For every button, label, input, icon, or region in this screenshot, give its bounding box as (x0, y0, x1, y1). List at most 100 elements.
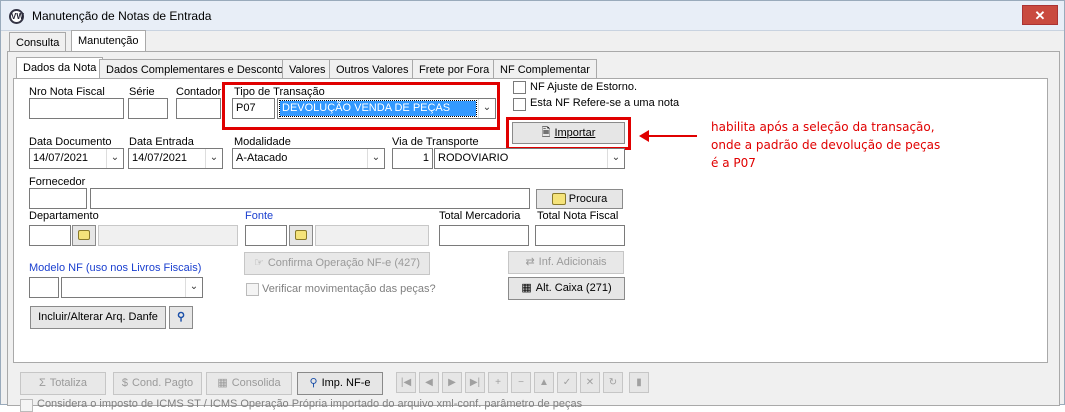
modelo-nf-code-input[interactable] (29, 277, 59, 298)
nf-refere-label: Esta NF Refere-se a uma nota (530, 97, 680, 109)
delete-record-icon[interactable]: − (511, 372, 531, 393)
modalidade-select[interactable]: A-Atacado ⌄ (232, 148, 385, 169)
data-entrada-label: Data Entrada (129, 136, 194, 148)
search-icon: ⚲ (176, 311, 186, 323)
tab-frete-por-fora[interactable]: Frete por Fora (412, 59, 497, 79)
via-transporte-code-input[interactable]: 1 (392, 148, 433, 169)
title-bar: VW Manutenção de Notas de Entrada ✕ (1, 1, 1064, 31)
contador-label: Contador (176, 86, 222, 98)
tab-dados-complementares[interactable]: Dados Complementares e Desconto (99, 59, 291, 79)
tipo-transacao-code-input[interactable]: P07 (232, 98, 275, 119)
total-mercadoria-input[interactable] (439, 225, 529, 246)
insert-record-icon[interactable]: + (488, 372, 508, 393)
departamento-label: Departamento (29, 210, 99, 222)
fornecedor-name-input[interactable] (90, 188, 530, 209)
thumbs-up-icon: ☞ (253, 257, 264, 269)
nro-nota-label: Nro Nota Fiscal (29, 86, 105, 98)
tipo-transacao-label: Tipo de Transação (234, 86, 325, 98)
verificar-label: Verificar movimentação das peças? (262, 283, 436, 295)
annotation-line-2: onde a padrão de devolução de peças (711, 138, 941, 152)
total-nota-fiscal-input[interactable] (535, 225, 625, 246)
chevron-down-icon[interactable]: ⌄ (185, 278, 202, 297)
import-icon: 🗎 (541, 127, 551, 139)
cancel-record-icon[interactable]: ✕ (580, 372, 600, 393)
data-documento-input[interactable]: 14/07/2021 ⌄ (29, 148, 124, 169)
chevron-down-icon[interactable]: ⌄ (205, 149, 222, 168)
data-entrada-input[interactable]: 14/07/2021 ⌄ (128, 148, 223, 169)
main-window: VW Manutenção de Notas de Entrada ✕ Cons… (0, 0, 1065, 412)
fonte-code-input[interactable] (245, 225, 287, 246)
inf-adicionais-button[interactable]: ⇄ Inf. Adicionais (508, 251, 624, 274)
annotation-line-3: é a P07 (711, 156, 756, 170)
cash-register-icon: ▦ (521, 282, 532, 294)
data-documento-label: Data Documento (29, 136, 112, 148)
incluir-danfe-button[interactable]: Incluir/Alterar Arq. Danfe (30, 306, 166, 329)
importar-button[interactable]: 🗎 Importar (512, 122, 625, 144)
annotation-arrow (639, 130, 697, 142)
window-title: Manutenção de Notas de Entrada (32, 9, 212, 23)
hand-pointer-icon (78, 230, 90, 241)
tab-outros-valores[interactable]: Outros Valores (329, 59, 416, 79)
last-record-icon[interactable]: ▶| (465, 372, 485, 393)
tipo-transacao-selected-value: DEVOLUÇÃO VENDA DE PEÇAS (279, 100, 477, 117)
first-record-icon[interactable]: |◀ (396, 372, 416, 393)
modalidade-label: Modalidade (234, 136, 291, 148)
annotation-line-1: habilita após a seleção da transação, (711, 120, 935, 134)
tab-consulta[interactable]: Consulta (9, 32, 67, 52)
post-record-icon[interactable]: ✓ (557, 372, 577, 393)
dollar-icon: $ (121, 377, 128, 389)
imp-nfe-button[interactable]: ⚲ Imp. NF-e (297, 372, 383, 395)
close-button[interactable]: ✕ (1022, 5, 1058, 25)
chevron-down-icon[interactable]: ⌄ (106, 149, 123, 168)
departamento-search-button[interactable] (72, 225, 96, 246)
fonte-name-input (315, 225, 429, 246)
tipo-transacao-select[interactable]: DEVOLUÇÃO VENDA DE PEÇAS ⌄ (277, 98, 496, 119)
edit-record-icon[interactable]: ▲ (534, 372, 554, 393)
prior-record-icon[interactable]: ◀ (419, 372, 439, 393)
nf-ajuste-checkbox[interactable] (513, 81, 526, 94)
fornecedor-label: Fornecedor (29, 176, 86, 188)
hand-pointer-icon (295, 230, 307, 241)
verificar-checkbox[interactable] (246, 283, 259, 296)
nf-refere-checkbox[interactable] (513, 98, 526, 111)
import-nfe-icon: ⚲ (309, 377, 318, 389)
tab-valores[interactable]: Valores (282, 59, 333, 79)
consolidate-icon: ▦ (217, 377, 228, 389)
arrows-icon: ⇄ (525, 256, 535, 268)
via-transporte-label: Via de Transporte (392, 136, 479, 148)
chevron-down-icon[interactable]: ⌄ (367, 149, 384, 168)
sigma-icon: Σ (38, 377, 46, 389)
considera-checkbox[interactable] (20, 399, 33, 412)
fonte-search-button[interactable] (289, 225, 313, 246)
chevron-down-icon[interactable]: ⌄ (478, 99, 495, 118)
total-mercadoria-label: Total Mercadoria (439, 210, 521, 222)
exit-icon[interactable]: ▮ (629, 372, 649, 393)
procura-button[interactable]: Procura (536, 189, 623, 209)
search-button[interactable]: ⚲ (169, 306, 193, 329)
consolida-button[interactable]: ▦ Consolida (206, 372, 292, 395)
tab-nf-complementar[interactable]: NF Complementar (493, 59, 597, 79)
nf-ajuste-label: NF Ajuste de Estorno. (530, 81, 637, 93)
departamento-code-input[interactable] (29, 225, 71, 246)
tab-manutencao[interactable]: Manutenção (71, 30, 146, 52)
via-transporte-select[interactable]: RODOVIARIO ⌄ (434, 148, 625, 169)
refresh-record-icon[interactable]: ↻ (603, 372, 623, 393)
cond-pagto-button[interactable]: $ Cond. Pagto (113, 372, 202, 395)
alt-caixa-button[interactable]: ▦ Alt. Caixa (271) (508, 277, 625, 300)
serie-label: Série (129, 86, 155, 98)
totaliza-button[interactable]: Σ Totaliza (20, 372, 106, 395)
app-logo-icon: VW (9, 9, 24, 24)
modelo-nf-select[interactable]: ⌄ (61, 277, 203, 298)
tab-dados-da-nota[interactable]: Dados da Nota (16, 57, 104, 79)
modelo-nf-label: Modelo NF (uso nos Livros Fiscais) (29, 262, 202, 274)
departamento-name-input (98, 225, 238, 246)
chevron-down-icon[interactable]: ⌄ (607, 149, 624, 168)
considera-label: Considera o imposto de ICMS ST / ICMS Op… (37, 398, 583, 410)
total-nota-fiscal-label: Total Nota Fiscal (537, 210, 619, 222)
confirma-nfe-button[interactable]: ☞ Confirma Operação NF-e (427) (244, 252, 430, 275)
fornecedor-code-input[interactable] (29, 188, 87, 209)
nro-nota-input[interactable] (29, 98, 124, 119)
serie-input[interactable] (128, 98, 168, 119)
contador-input[interactable] (176, 98, 221, 119)
next-record-icon[interactable]: ▶ (442, 372, 462, 393)
